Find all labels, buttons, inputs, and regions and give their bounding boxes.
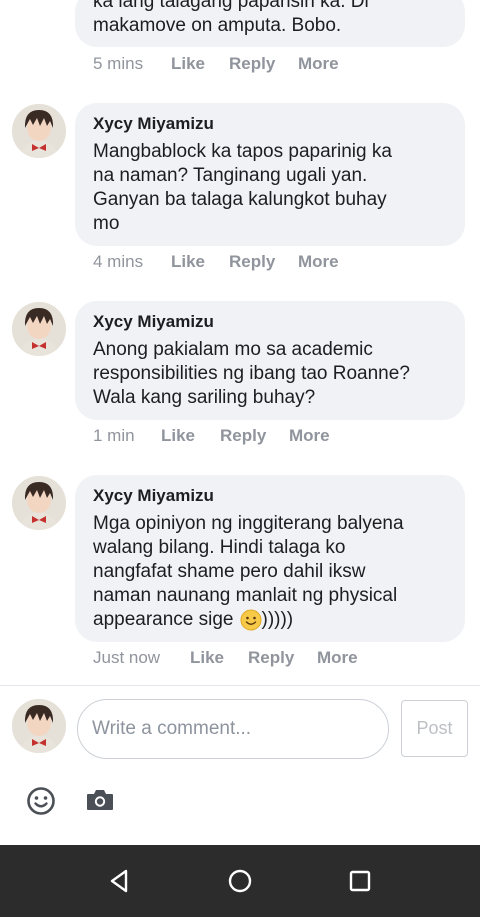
comment-body-line: Mga opiniyon ng inggiterang balyena bbox=[93, 513, 404, 534]
avatar[interactable] bbox=[12, 104, 66, 158]
navigation-bar bbox=[0, 845, 480, 917]
avatar-image bbox=[12, 104, 66, 158]
divider bbox=[0, 685, 480, 686]
comment-body-line: naman naunang manlait ng physical bbox=[93, 585, 398, 606]
more-button[interactable]: More bbox=[298, 54, 339, 74]
more-button[interactable]: More bbox=[289, 426, 330, 446]
comment-body-line: walang bilang. Hindi talaga ko bbox=[93, 537, 346, 558]
like-button[interactable]: Like bbox=[171, 252, 205, 272]
smiley-emoji-icon bbox=[240, 609, 262, 631]
comment-body: ka lang talagang papansin ka. Di makamov… bbox=[93, 0, 369, 36]
post-button[interactable]: Post bbox=[401, 700, 468, 757]
comment-timestamp: Just now bbox=[93, 648, 161, 667]
comment-author[interactable]: Xycy Miyamizu bbox=[93, 486, 214, 506]
like-button[interactable]: Like bbox=[161, 426, 195, 446]
comment-timestamp: 1 min bbox=[93, 426, 135, 445]
like-button[interactable]: Like bbox=[171, 54, 205, 74]
back-icon[interactable] bbox=[106, 867, 134, 895]
comment-timestamp: 4 mins bbox=[93, 252, 144, 271]
avatar-image bbox=[12, 699, 66, 753]
camera-icon[interactable] bbox=[85, 787, 115, 813]
comment-input[interactable] bbox=[77, 699, 389, 759]
more-button[interactable]: More bbox=[317, 648, 358, 668]
comment-body-text: appearance sige bbox=[93, 609, 234, 630]
home-icon[interactable] bbox=[226, 867, 254, 895]
recents-icon[interactable] bbox=[346, 867, 374, 895]
reply-button[interactable]: Reply bbox=[220, 426, 266, 446]
comment-body-line-last: appearance sige ))))) bbox=[93, 608, 404, 632]
avatar-image bbox=[12, 476, 66, 530]
reply-button[interactable]: Reply bbox=[248, 648, 294, 668]
avatar[interactable] bbox=[12, 302, 66, 356]
avatar bbox=[12, 699, 66, 753]
like-button[interactable]: Like bbox=[190, 648, 224, 668]
comment-timestamp: 5 mins bbox=[93, 54, 144, 73]
reply-button[interactable]: Reply bbox=[229, 54, 275, 74]
comment-body: Mga opiniyon ng inggiterang balyena wala… bbox=[93, 512, 404, 632]
avatar[interactable] bbox=[12, 476, 66, 530]
avatar-image bbox=[12, 302, 66, 356]
comment-body: Mangbablock ka tapos paparinig ka na nam… bbox=[93, 141, 392, 234]
comment-author[interactable]: Xycy Miyamizu bbox=[93, 312, 214, 332]
more-button[interactable]: More bbox=[298, 252, 339, 272]
comment-body: Anong pakialam mo sa academic responsibi… bbox=[93, 339, 410, 408]
comment-author[interactable]: Xycy Miyamizu bbox=[93, 114, 214, 134]
comment-body-text: ))))) bbox=[261, 609, 294, 630]
reply-button[interactable]: Reply bbox=[229, 252, 275, 272]
smiley-icon[interactable] bbox=[26, 786, 56, 816]
comment-body-line: nangfafat shame pero dahil iksw bbox=[93, 561, 366, 582]
